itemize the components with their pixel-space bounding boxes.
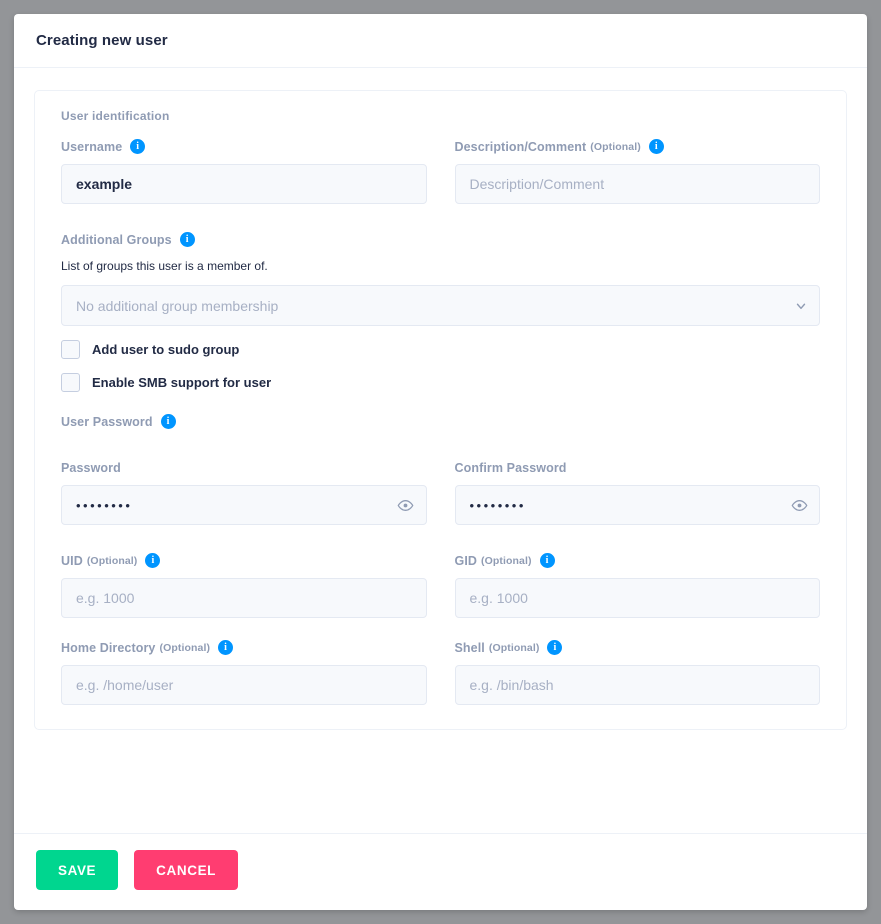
additional-groups-selected-value: No additional group membership <box>76 297 279 314</box>
info-icon[interactable]: i <box>160 414 176 429</box>
uid-input[interactable] <box>61 578 427 618</box>
home-directory-label-row: Home Directory (Optional) i <box>61 640 427 655</box>
uid-field-group: UID (Optional) i <box>61 553 427 618</box>
dialog-body: User identification Username i Descripti… <box>14 68 867 833</box>
gid-label-row: GID (Optional) i <box>455 553 821 568</box>
smb-checkbox-label: Enable SMB support for user <box>92 375 272 390</box>
sudo-checkbox[interactable] <box>61 340 80 359</box>
additional-groups-helper-text: List of groups this user is a member of. <box>61 259 268 273</box>
home-shell-row: Home Directory (Optional) i Shell (Optio… <box>61 640 820 705</box>
password-input[interactable]: •••••••• <box>61 485 427 525</box>
description-field-group: Description/Comment (Optional) i <box>454 139 821 204</box>
section-user-identification-label: User identification <box>61 109 170 123</box>
home-directory-label: Home Directory <box>61 640 156 655</box>
confirm-password-field-group: Confirm Password •••••••• <box>454 461 821 525</box>
password-input-wrap: •••••••• <box>61 485 427 525</box>
description-label: Description/Comment <box>454 139 587 154</box>
uid-label-row: UID (Optional) i <box>61 553 427 568</box>
password-label-row: Password <box>61 461 427 475</box>
additional-groups-select[interactable]: No additional group membership <box>61 285 820 326</box>
home-directory-optional-tag: (Optional) <box>159 641 211 654</box>
page-title: Creating new user <box>36 32 168 49</box>
username-label-row: Username i <box>61 139 427 154</box>
smb-checkbox[interactable] <box>61 373 80 392</box>
smb-checkbox-row[interactable]: Enable SMB support for user <box>61 373 820 392</box>
section-user-password-label-row: User Password i <box>61 414 820 429</box>
shell-label-row: Shell (Optional) i <box>455 640 821 655</box>
user-password-label: User Password <box>61 414 153 429</box>
description-input[interactable] <box>454 164 820 204</box>
description-optional-tag: (Optional) <box>590 140 641 153</box>
confirm-password-input-wrap: •••••••• <box>454 485 820 525</box>
gid-field-group: GID (Optional) i <box>454 553 821 618</box>
gid-optional-tag: (Optional) <box>481 554 532 567</box>
shell-label: Shell <box>454 640 485 655</box>
info-icon[interactable]: i <box>145 553 161 568</box>
gid-label: GID <box>454 553 478 568</box>
username-field-group: Username i <box>61 139 427 204</box>
sudo-checkbox-label: Add user to sudo group <box>92 342 240 357</box>
dialog-header: Creating new user <box>14 14 867 68</box>
additional-groups-select-wrap: No additional group membership <box>61 285 820 326</box>
password-row: Password •••••••• Confirm Password •••••… <box>61 461 820 525</box>
username-description-row: Username i Description/Comment (Optional… <box>61 139 820 204</box>
info-icon[interactable]: i <box>218 640 234 655</box>
username-label: Username <box>61 139 123 154</box>
eye-icon[interactable] <box>788 494 810 516</box>
gid-input[interactable] <box>454 578 820 618</box>
confirm-password-input[interactable]: •••••••• <box>454 485 820 525</box>
info-icon[interactable]: i <box>179 232 195 247</box>
dialog-footer: SAVE CANCEL <box>14 833 867 910</box>
eye-icon[interactable] <box>395 494 417 516</box>
username-input[interactable] <box>61 164 427 204</box>
description-label-row: Description/Comment (Optional) i <box>455 139 821 154</box>
user-form-card: User identification Username i Descripti… <box>34 90 847 730</box>
shell-input[interactable] <box>454 665 820 705</box>
info-icon[interactable]: i <box>648 139 664 154</box>
uid-optional-tag: (Optional) <box>86 554 138 567</box>
cancel-button[interactable]: CANCEL <box>134 850 239 890</box>
uid-label: UID <box>61 553 83 568</box>
info-icon[interactable]: i <box>130 139 146 154</box>
home-directory-field-group: Home Directory (Optional) i <box>61 640 427 705</box>
info-icon[interactable]: i <box>539 553 555 568</box>
password-field-group: Password •••••••• <box>61 461 427 525</box>
home-directory-input[interactable] <box>61 665 427 705</box>
save-button[interactable]: SAVE <box>36 850 119 890</box>
confirm-password-label: Confirm Password <box>454 461 567 475</box>
additional-groups-label: Additional Groups <box>61 232 172 247</box>
uid-gid-row: UID (Optional) i GID (Optional) i <box>61 553 820 618</box>
sudo-checkbox-row[interactable]: Add user to sudo group <box>61 340 820 359</box>
shell-field-group: Shell (Optional) i <box>454 640 821 705</box>
shell-optional-tag: (Optional) <box>488 641 540 654</box>
create-user-dialog: Creating new user User identification Us… <box>14 14 867 910</box>
password-label: Password <box>61 461 121 475</box>
info-icon[interactable]: i <box>547 640 563 655</box>
additional-groups-label-row: Additional Groups i <box>61 232 820 247</box>
confirm-password-label-row: Confirm Password <box>455 461 821 475</box>
